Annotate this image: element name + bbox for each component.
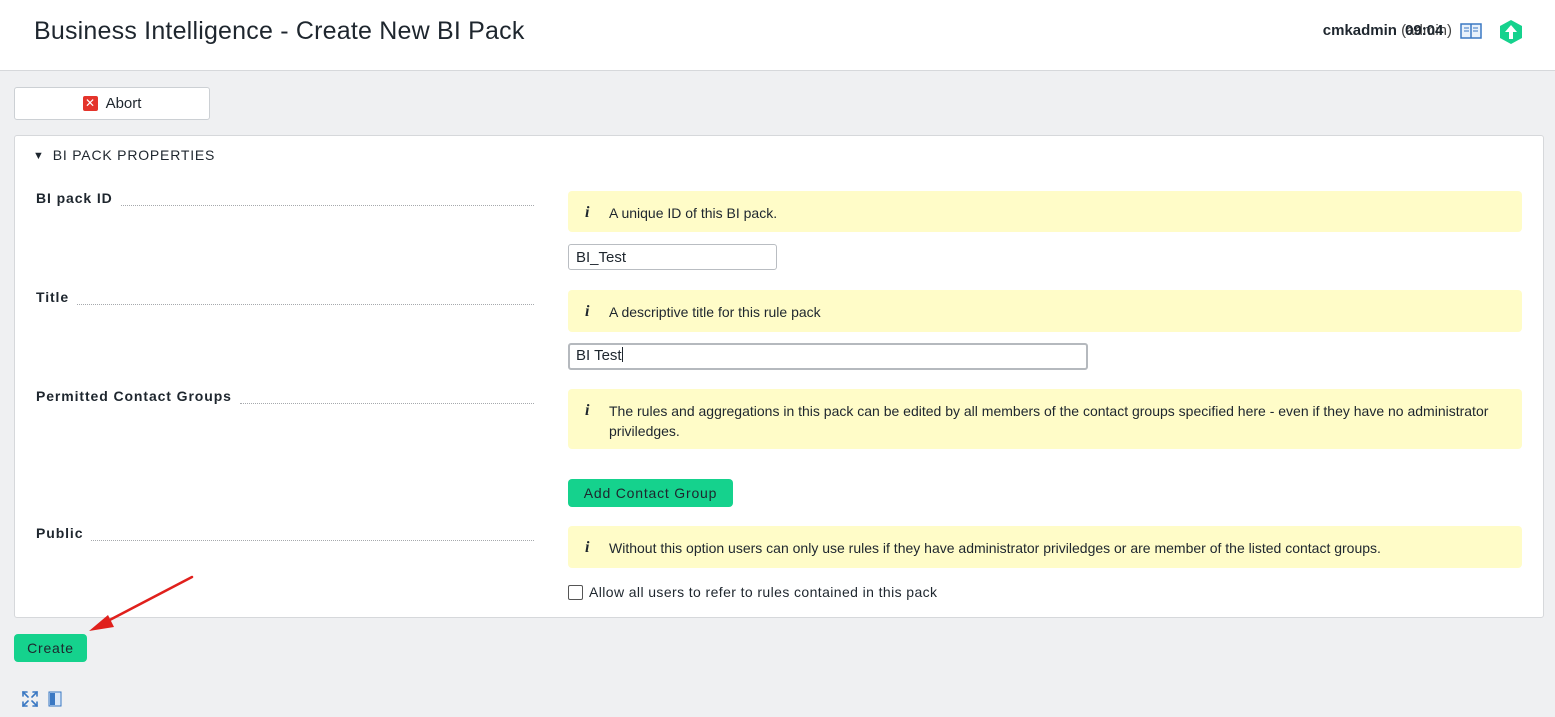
info-icon: i [585,204,590,221]
title-help-text: A descriptive title for this rule pack [609,304,821,320]
pack-id-help: i A unique ID of this BI pack. [568,191,1522,232]
section-title: BI PACK PROPERTIES [52,147,216,163]
title-help: i A descriptive title for this rule pack [568,290,1522,332]
public-checkbox-label[interactable]: Allow all users to refer to rules contai… [589,584,937,600]
info-icon: i [585,402,590,419]
contact-groups-help-text: The rules and aggregations in this pack … [609,403,1489,439]
title-input[interactable]: BI Test [568,343,1088,370]
info-icon: i [585,303,590,320]
pack-id-label: BI pack ID [36,190,534,206]
section-toggle[interactable]: ▼ BI PACK PROPERTIES [33,147,215,163]
contact-groups-help: i The rules and aggregations in this pac… [568,389,1522,449]
abort-button[interactable]: ✕ Abort [14,87,210,120]
text-caret [621,347,623,362]
label-dots [91,530,534,541]
fullscreen-icon[interactable] [22,691,38,707]
book-icon[interactable] [1460,22,1482,40]
label-dots [120,195,534,206]
close-icon: ✕ [82,96,98,111]
public-checkbox[interactable] [568,584,583,600]
pack-id-input[interactable] [568,244,777,270]
pack-id-label-text: BI pack ID [36,190,113,206]
public-checkbox-row[interactable]: Allow all users to refer to rules contai… [568,584,937,600]
title-label: Title [36,289,534,305]
username: cmkadmin [1322,22,1397,39]
annotation-arrow-icon [89,575,194,631]
add-contact-group-button[interactable]: Add Contact Group [568,479,733,507]
contact-groups-label-text: Permitted Contact Groups [36,388,232,404]
page-title: Business Intelligence - Create New BI Pa… [34,17,525,45]
label-dots [239,393,534,404]
triangle-down-icon: ▼ [33,150,45,162]
abort-label: Abort [105,95,142,112]
title-label-text: Title [36,289,70,305]
public-label-text: Public [36,525,84,541]
checkmk-logo-icon[interactable] [1498,19,1524,45]
top-bar: Business Intelligence - Create New BI Pa… [0,0,1555,71]
contact-groups-label: Permitted Contact Groups [36,388,534,404]
clock: 09:04 [1405,22,1444,39]
create-button[interactable]: Create [14,634,87,662]
bi-pack-properties-panel: ▼ BI PACK PROPERTIES BI pack ID i A uniq… [14,135,1544,618]
label-dots [77,294,534,305]
manual-icon[interactable] [47,691,63,707]
pack-id-help-text: A unique ID of this BI pack. [609,205,778,221]
public-label: Public [36,525,534,541]
info-icon: i [585,539,590,556]
title-input-value: BI Test [576,347,622,364]
public-help-text: Without this option users can only use r… [609,540,1381,556]
public-help: i Without this option users can only use… [568,526,1522,568]
